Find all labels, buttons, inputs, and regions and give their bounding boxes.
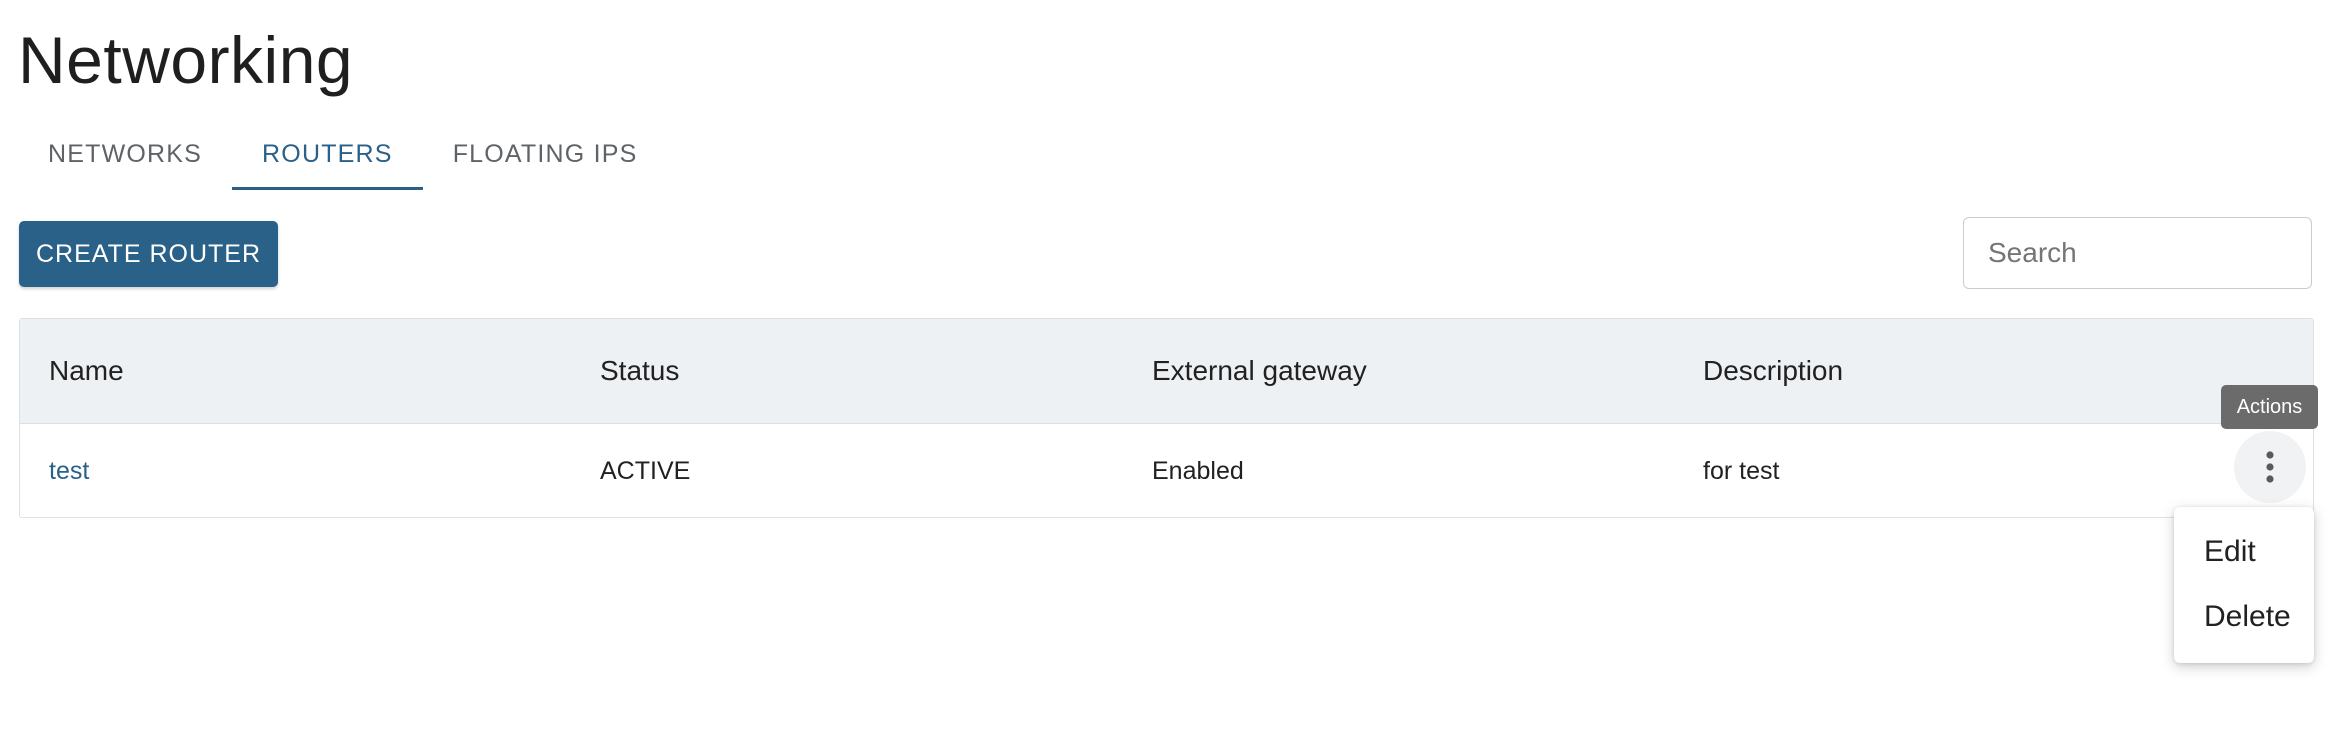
networking-page: Networking NETWORKS ROUTERS FLOATING IPS… [0, 0, 2332, 746]
tab-routers[interactable]: ROUTERS [232, 118, 423, 190]
more-vertical-icon [2266, 451, 2274, 483]
column-header-name[interactable]: Name [49, 319, 124, 423]
column-header-external-gateway[interactable]: External gateway [1152, 319, 1367, 423]
router-status: ACTIVE [600, 456, 691, 485]
menu-item-edit[interactable]: Edit [2174, 519, 2314, 584]
column-header-status[interactable]: Status [600, 319, 679, 423]
actions-tooltip: Actions [2221, 385, 2318, 429]
router-description: for test [1703, 456, 1780, 485]
router-external-gateway: Enabled [1152, 456, 1244, 485]
table-row: test ACTIVE Enabled for test [20, 424, 2313, 518]
row-actions-button[interactable] [2234, 431, 2306, 503]
tab-networks[interactable]: NETWORKS [18, 118, 232, 190]
table-header: Name Status External gateway Description [20, 319, 2313, 424]
tab-floating-ips[interactable]: FLOATING IPS [423, 118, 668, 190]
menu-item-delete[interactable]: Delete [2174, 584, 2314, 649]
create-router-button[interactable]: CREATE ROUTER [19, 221, 278, 287]
search-input[interactable] [1963, 217, 2312, 289]
tab-bar: NETWORKS ROUTERS FLOATING IPS [18, 118, 668, 190]
router-name-link[interactable]: test [49, 424, 89, 518]
actions-menu: Edit Delete [2174, 507, 2314, 663]
column-header-description[interactable]: Description [1703, 319, 1843, 423]
routers-table: Name Status External gateway Description… [19, 318, 2314, 518]
page-title: Networking [18, 23, 354, 97]
